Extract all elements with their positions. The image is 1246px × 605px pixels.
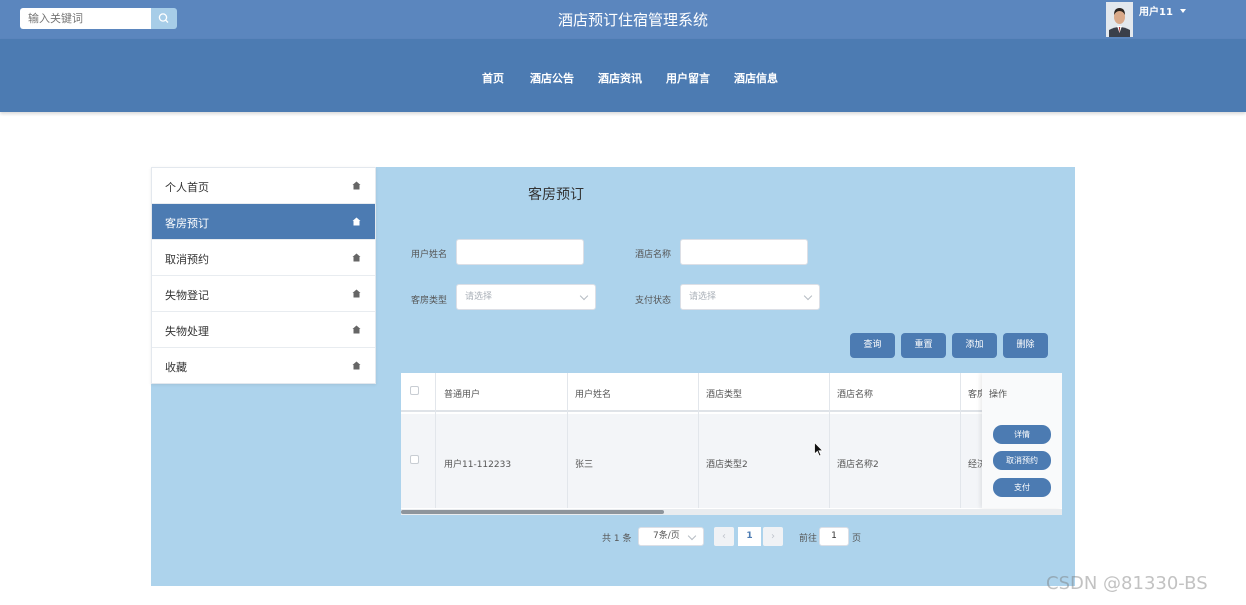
room-type-select[interactable]: 请选择	[456, 284, 596, 310]
user-photo-icon	[1106, 2, 1133, 37]
sidebar-item-lost-register[interactable]: 失物登记	[152, 276, 375, 312]
top-bar: 酒店预订住宿管理系统 用户11	[0, 0, 1246, 39]
cell-hotel-type: 酒店类型2	[706, 460, 748, 470]
column-divider	[960, 373, 961, 508]
page-size-select[interactable]: 7条/页	[638, 527, 704, 546]
col-header-user: 普通用户	[444, 390, 481, 400]
scrollbar-thumb[interactable]	[401, 510, 664, 514]
page-suffix: 页	[852, 534, 862, 544]
sidebar-item-cancel-booking[interactable]: 取消预约	[152, 240, 375, 276]
chevron-left-icon: ‹	[722, 531, 726, 542]
pagination-total: 共 1 条	[602, 534, 632, 544]
nav-item-announcements[interactable]: 酒店公告	[530, 70, 574, 86]
sidebar-item-label: 客房预订	[165, 217, 209, 230]
page-title: 客房预订	[528, 187, 584, 203]
watermark: CSDN @81330-BS	[1046, 573, 1208, 594]
sidebar-item-room-booking[interactable]: 客房预订	[152, 204, 375, 240]
app-root: 酒店预订住宿管理系统 用户11 首页 酒店公告 酒店资讯 用户留言 酒店信息 客…	[0, 0, 1246, 605]
cell-user: 用户11-112233	[444, 460, 512, 470]
goto-page-input[interactable]: 1	[819, 527, 849, 546]
home-icon	[352, 289, 361, 298]
reset-button[interactable]: 重置	[901, 333, 946, 358]
pay-status-label: 支付状态	[635, 296, 672, 306]
nav-item-hotel-info[interactable]: 酒店信息	[734, 70, 778, 86]
sidebar-item-label: 失物登记	[165, 289, 209, 302]
search-query-button[interactable]: 查询	[850, 333, 895, 358]
sidebar-item-label: 失物处理	[165, 325, 209, 338]
room-type-placeholder: 请选择	[465, 292, 493, 302]
nav-item-messages[interactable]: 用户留言	[666, 70, 710, 86]
horizontal-scrollbar[interactable]	[401, 509, 1062, 515]
user-name[interactable]: 用户11	[1139, 3, 1173, 18]
pay-status-select[interactable]: 请选择	[680, 284, 820, 310]
cell-hotel-name: 酒店名称2	[837, 460, 879, 470]
home-icon	[352, 325, 361, 334]
col-header-name: 用户姓名	[575, 390, 612, 400]
mouse-cursor-icon	[814, 442, 824, 457]
row-checkbox[interactable]	[410, 455, 419, 464]
cell-name: 张三	[575, 460, 594, 470]
chevron-down-icon	[579, 291, 589, 301]
main-nav: 首页 酒店公告 酒店资讯 用户留言 酒店信息	[0, 39, 1246, 112]
sidebar-item-label: 个人首页	[165, 181, 209, 194]
sidebar-item-lost-handling[interactable]: 失物处理	[152, 312, 375, 348]
pay-button[interactable]: 支付	[993, 478, 1051, 497]
sidebar-item-label: 收藏	[165, 361, 187, 374]
nav-item-news[interactable]: 酒店资讯	[598, 70, 642, 86]
col-header-actions: 操作	[989, 390, 1008, 400]
home-icon	[352, 361, 361, 370]
column-divider	[567, 373, 568, 508]
user-name-field[interactable]	[456, 239, 584, 265]
home-icon	[352, 217, 361, 226]
column-divider	[829, 373, 830, 508]
chevron-down-icon[interactable]	[1180, 9, 1186, 13]
column-divider	[435, 373, 436, 508]
sidebar: 个人首页 客房预订 取消预约 失物登记 失物处理 收藏	[151, 167, 376, 384]
sidebar-item-favorites[interactable]: 收藏	[152, 348, 375, 384]
pay-status-placeholder: 请选择	[689, 292, 717, 302]
chevron-right-icon: ›	[771, 531, 775, 542]
add-button[interactable]: 添加	[952, 333, 997, 358]
page-size-value: 7条/页	[653, 531, 680, 541]
chevron-down-icon	[803, 291, 813, 301]
room-type-label: 客房类型	[411, 296, 448, 306]
actions-column: 操作 详情 取消预约 支付	[982, 373, 1062, 508]
avatar[interactable]	[1106, 2, 1133, 37]
detail-button[interactable]: 详情	[993, 425, 1051, 444]
delete-button[interactable]: 删除	[1003, 333, 1048, 358]
col-header-hotel-type: 酒店类型	[706, 390, 743, 400]
home-icon	[352, 253, 361, 262]
prev-page-button[interactable]: ‹	[714, 527, 734, 546]
home-icon	[352, 181, 361, 190]
hotel-name-field[interactable]	[680, 239, 808, 265]
booking-table: 普通用户 用户姓名 酒店类型 酒店名称 客房 用户11-112233 张三 酒店…	[401, 373, 1062, 515]
nav-item-home[interactable]: 首页	[482, 70, 504, 86]
next-page-button[interactable]: ›	[763, 527, 783, 546]
select-all-checkbox[interactable]	[410, 386, 419, 395]
cancel-booking-button[interactable]: 取消预约	[993, 451, 1051, 470]
current-page[interactable]: 1	[738, 527, 761, 546]
chevron-down-icon	[687, 531, 697, 541]
goto-label: 前往	[799, 534, 818, 544]
site-title: 酒店预订住宿管理系统	[557, 11, 708, 29]
col-header-hotel-name: 酒店名称	[837, 390, 874, 400]
column-divider	[698, 373, 699, 508]
table-row[interactable]: 用户11-112233 张三 酒店类型2 酒店名称2 经济	[401, 414, 1062, 508]
sidebar-item-label: 取消预约	[165, 253, 209, 266]
user-name-label: 用户姓名	[411, 250, 448, 260]
hotel-name-label: 酒店名称	[635, 250, 672, 260]
table-header: 普通用户 用户姓名 酒店类型 酒店名称 客房	[401, 373, 1062, 412]
sidebar-item-home[interactable]: 个人首页	[152, 168, 375, 204]
